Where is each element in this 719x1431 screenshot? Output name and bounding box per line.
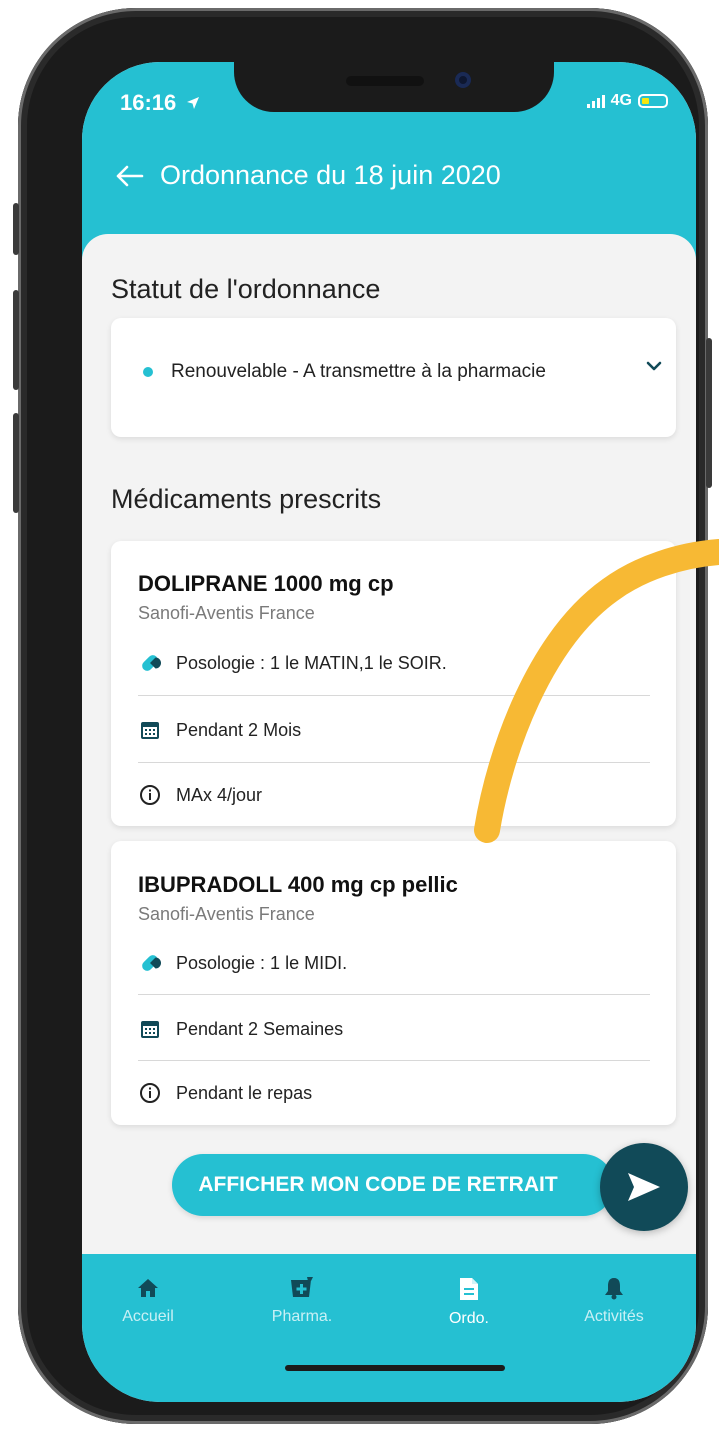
annotation-arrow xyxy=(474,539,719,843)
